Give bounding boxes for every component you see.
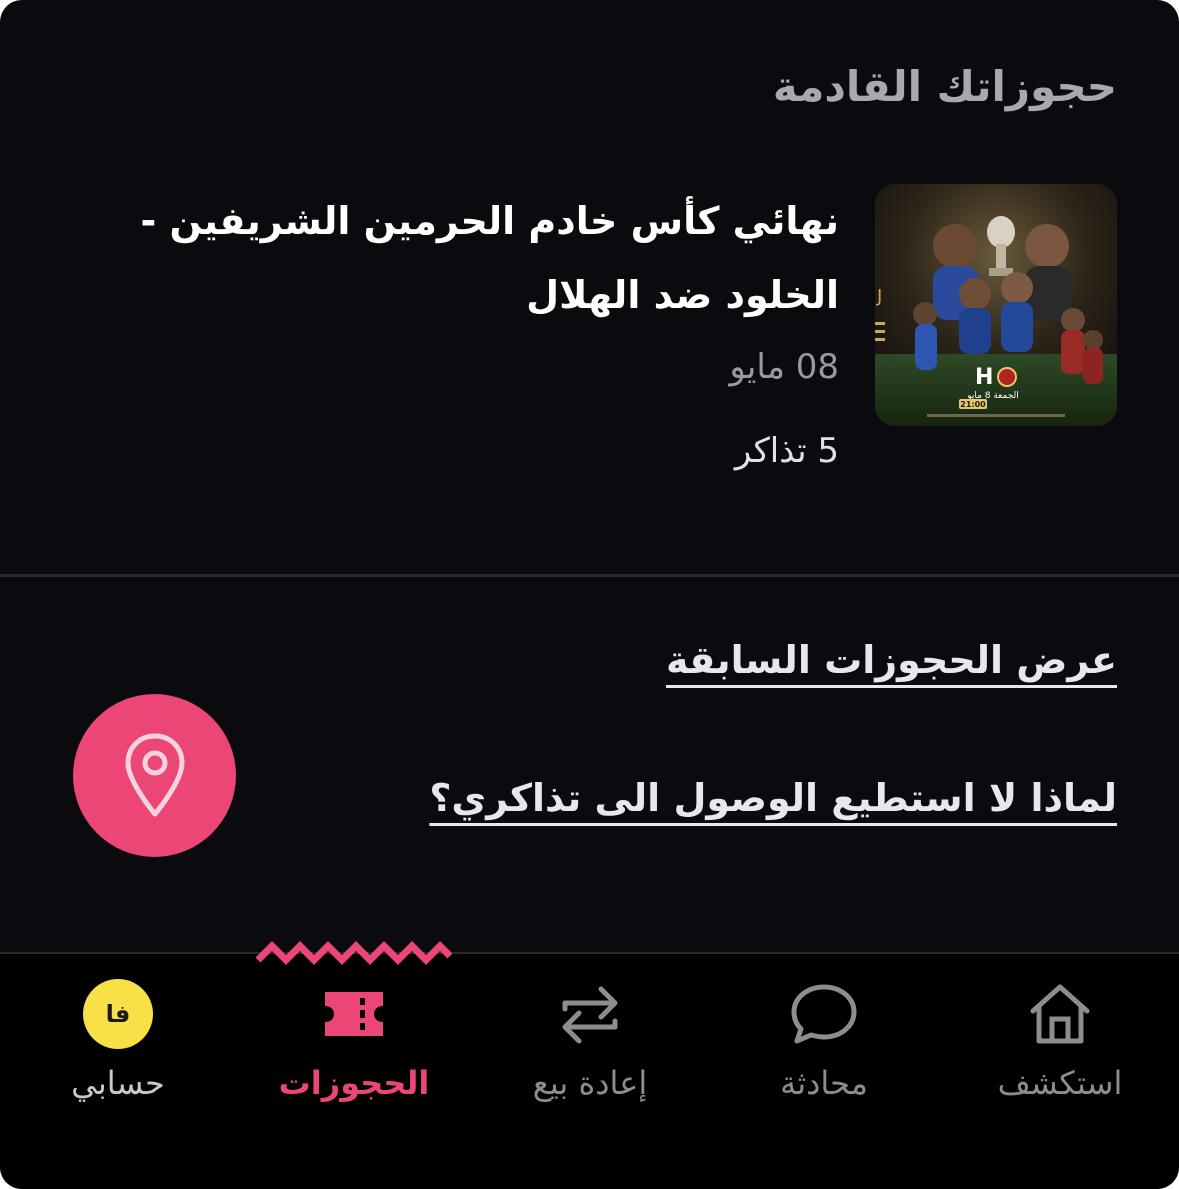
divider [0, 574, 1179, 577]
chat-icon [791, 984, 857, 1044]
nav-explore[interactable]: استكشف [950, 974, 1170, 1114]
nav-explore-label: استكشف [997, 1064, 1123, 1102]
active-tab-indicator [256, 941, 452, 965]
location-button[interactable] [73, 694, 236, 857]
ticket-icon [325, 992, 383, 1036]
nav-chat[interactable]: محادثة [714, 974, 934, 1114]
booking-card[interactable]: H J الجمعة 8 مايو 21:00 نهائي كأس خادم ا… [117, 184, 1117, 494]
poster-time: 21:00 [960, 400, 986, 409]
event-poster: H J الجمعة 8 مايو 21:00 [875, 184, 1117, 426]
avatar: فا [83, 979, 153, 1049]
resale-icon [562, 986, 618, 1044]
nav-resale[interactable]: إعادة بيع [480, 974, 700, 1114]
ticket-count: 5 تذاكر [734, 431, 839, 471]
booking-info: نهائي كأس خادم الحرمين الشريفين - الخلود… [119, 184, 839, 476]
nav-account-label: حسابي [71, 1064, 165, 1102]
bookings-screen: حجوزاتك القادمة H J الجمعة 8 مايو 21:00 … [0, 0, 1179, 1189]
nav-bookings-label: الحجوزات [278, 1064, 430, 1102]
location-pin-icon [125, 733, 184, 816]
event-title: نهائي كأس خادم الحرمين الشريفين - الخلود… [140, 199, 839, 317]
svg-text:H: H [975, 365, 993, 390]
home-icon [1030, 984, 1090, 1044]
svg-text:J: J [876, 286, 882, 307]
nav-chat-label: محادثة [780, 1064, 868, 1102]
nav-bookings[interactable]: الحجوزات [244, 974, 464, 1114]
past-bookings-link[interactable]: عرض الحجوزات السابقة [666, 638, 1117, 682]
section-title: حجوزاتك القادمة [772, 62, 1117, 111]
nav-account[interactable]: فا حسابي [8, 974, 228, 1114]
nav-resale-label: إعادة بيع [532, 1064, 648, 1102]
event-date: 08 مايو [729, 347, 839, 387]
cant-access-tickets-link[interactable]: لماذا لا استطيع الوصول الى تذاكري؟ [429, 776, 1117, 820]
